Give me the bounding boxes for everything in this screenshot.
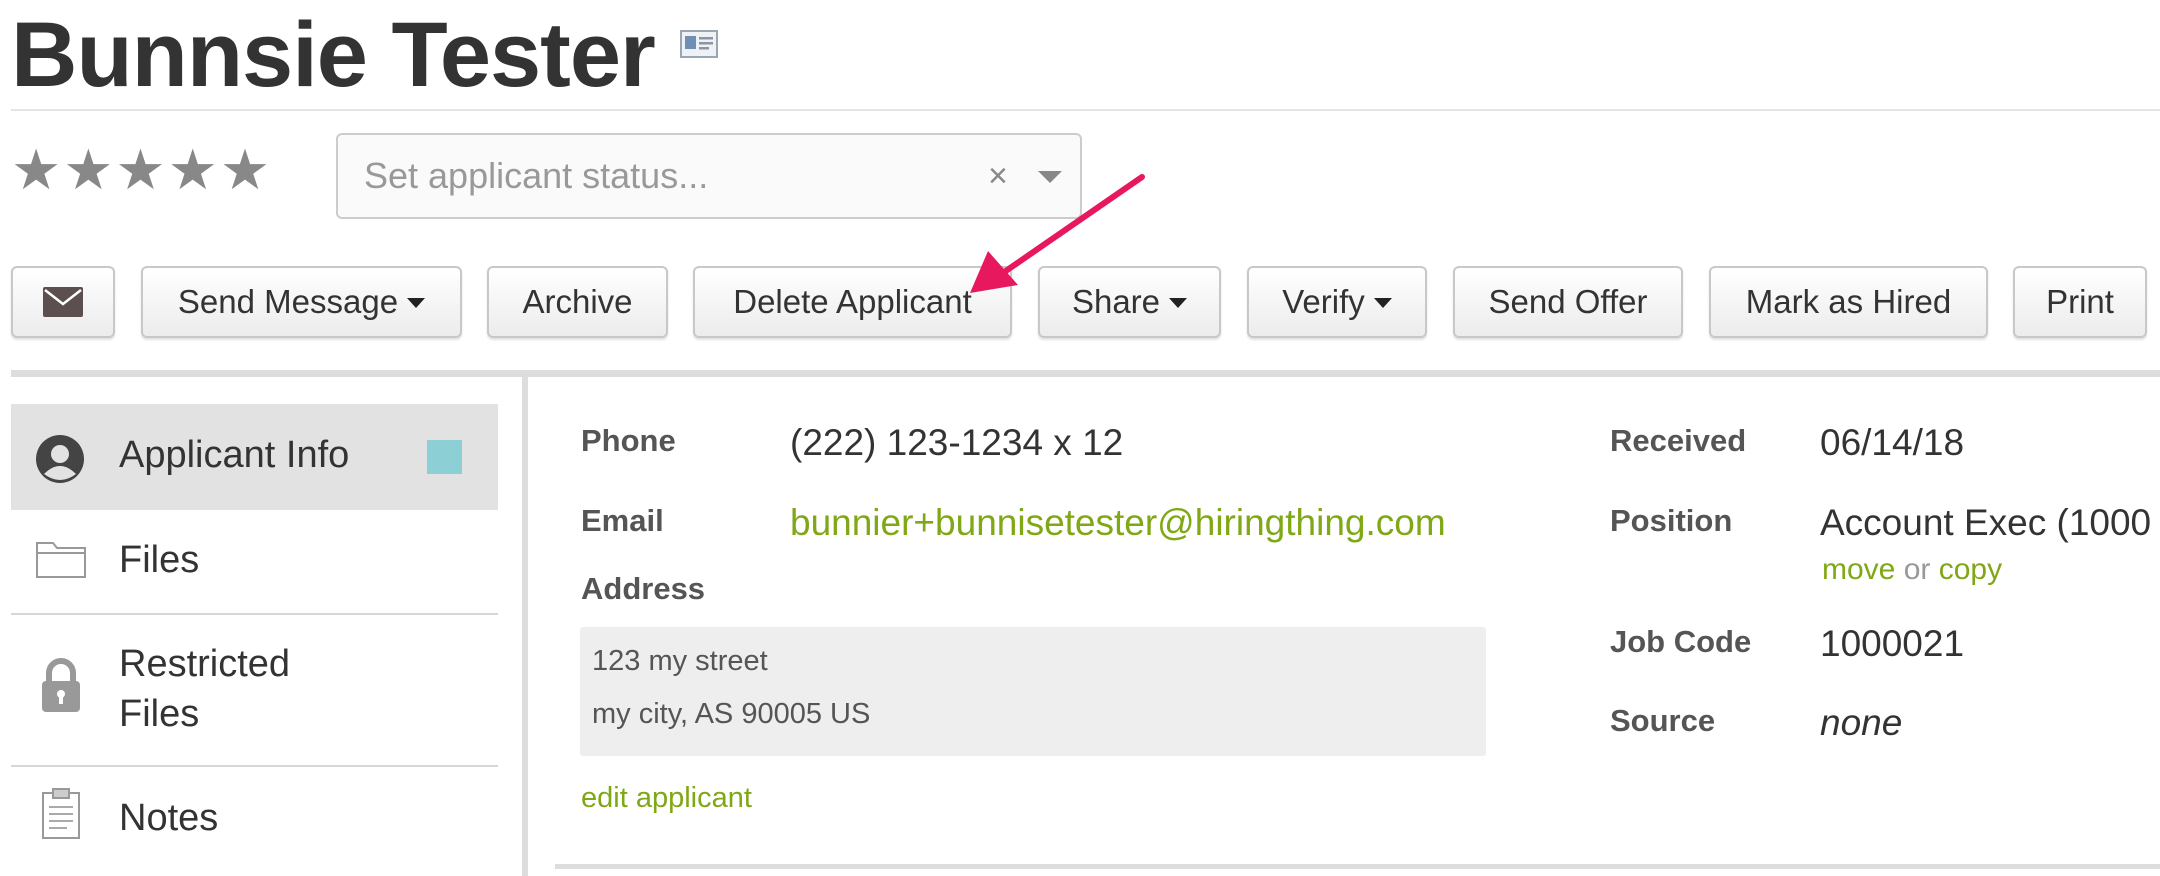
sidebar-item-label-line1: Restricted [119, 643, 291, 685]
send-offer-label: Send Offer [1488, 283, 1648, 320]
mark-as-hired-button[interactable]: Mark as Hired [1709, 266, 1988, 338]
address-line-2: my city, AS 90005 US [592, 698, 871, 730]
position-actions: move or copy [1822, 553, 2002, 587]
email-label: Email [581, 503, 664, 538]
email-button[interactable] [11, 266, 115, 338]
star-icon-2[interactable]: ★ [63, 140, 113, 200]
email-link[interactable]: bunnier+bunnisetester@hiringthing.com [790, 502, 1446, 544]
user-circle-icon [36, 435, 84, 483]
caret-down-icon [1373, 298, 1392, 308]
sidebar-item-files[interactable]: Files [11, 510, 498, 613]
star-icon-5[interactable]: ★ [220, 140, 270, 200]
title-divider [11, 109, 2160, 111]
caret-down-icon [407, 298, 426, 308]
send-message-button[interactable]: Send Message [141, 266, 462, 338]
sidebar-item-restricted-files[interactable]: Restricted Files [11, 615, 498, 765]
position-label: Position [1610, 503, 1733, 538]
position-value: Account Exec (1000 [1820, 502, 2152, 543]
print-button[interactable]: Print [2013, 266, 2147, 338]
folder-icon [36, 542, 86, 578]
content-divider [555, 864, 2160, 869]
star-icon-4[interactable]: ★ [168, 140, 218, 200]
page-title: Bunnsie Tester [11, 4, 656, 106]
sidebar-item-label: Applicant Info [119, 434, 350, 476]
send-message-label: Send Message [177, 283, 399, 320]
delete-applicant-label: Delete Applicant [733, 283, 972, 320]
sidebar-item-label: Files [119, 539, 200, 581]
verify-label: Verify [1282, 283, 1365, 320]
received-label: Received [1610, 423, 1747, 458]
move-link[interactable]: move [1822, 553, 1895, 586]
sidebar-item-notes[interactable]: Notes [11, 767, 498, 876]
edit-applicant-link[interactable]: edit applicant [581, 782, 752, 815]
archive-button[interactable]: Archive [487, 266, 668, 338]
clipboard-icon [42, 788, 80, 839]
star-rating[interactable]: ★ ★ ★ ★ ★ [11, 140, 270, 200]
sidebar-item-label: Notes [119, 797, 219, 839]
send-offer-button[interactable]: Send Offer [1453, 266, 1683, 338]
copy-link[interactable]: copy [1939, 553, 2002, 586]
print-label: Print [2046, 283, 2114, 320]
section-divider [11, 370, 2160, 377]
phone-value: (222) 123-1234 x 12 [790, 422, 1124, 463]
mark-as-hired-label: Mark as Hired [1745, 283, 1952, 320]
received-value: 06/14/18 [1820, 422, 1965, 463]
vcard-icon[interactable] [680, 30, 718, 58]
source-label: Source [1610, 703, 1716, 738]
star-icon-1[interactable]: ★ [11, 140, 61, 200]
sidebar-item-applicant-info[interactable]: Applicant Info [11, 404, 498, 510]
lock-icon [42, 658, 80, 712]
address-box: 123 my street my city, AS 90005 US [580, 627, 1486, 756]
archive-label: Archive [522, 283, 633, 320]
caret-down-icon [1169, 298, 1188, 308]
address-line-1: 123 my street [592, 645, 768, 677]
sidebar-divider [522, 377, 528, 876]
status-color-swatch [427, 440, 462, 474]
status-placeholder: Set applicant status... [364, 155, 709, 196]
star-icon-3[interactable]: ★ [115, 140, 165, 200]
or-text: or [1903, 553, 1931, 586]
phone-label: Phone [581, 423, 676, 458]
source-value: none [1820, 702, 1903, 743]
verify-button[interactable]: Verify [1247, 266, 1427, 338]
sidebar-item-label-line2: Files [119, 693, 200, 735]
address-label: Address [581, 571, 706, 606]
job-code-label: Job Code [1610, 624, 1752, 659]
annotation-arrow [970, 174, 1145, 293]
envelope-icon [43, 287, 83, 317]
job-code-value: 1000021 [1820, 623, 1965, 664]
